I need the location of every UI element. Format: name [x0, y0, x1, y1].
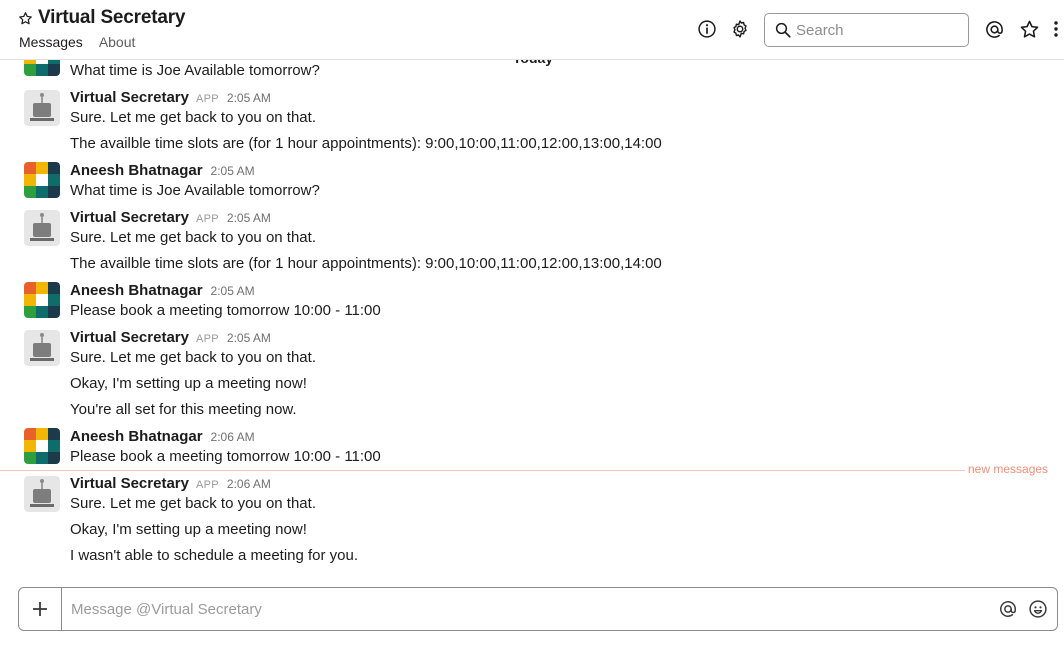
message-text: What time is Joe Available tomorrow? [70, 182, 320, 199]
message-meta: Aneesh Bhatnagar 2:05 AM [70, 282, 255, 299]
emoji-icon[interactable] [1027, 598, 1049, 620]
channel-header: Virtual Secretary Messages About [0, 0, 1064, 60]
date-divider: Today [502, 60, 564, 70]
app-badge: APP [195, 333, 219, 345]
message-text: Sure. Let me get back to you on that. [70, 229, 316, 246]
message-meta: Aneesh Bhatnagar 2:06 AM [70, 428, 255, 445]
app-badge: APP [195, 479, 219, 491]
message-text: Please book a meeting tomorrow 10:00 - 1… [70, 448, 381, 465]
user-avatar[interactable] [24, 162, 60, 198]
search-input[interactable] [796, 21, 956, 39]
search-box[interactable] [764, 13, 969, 47]
bot-avatar[interactable] [24, 476, 60, 512]
message-text: The availble time slots are (for 1 hour … [70, 255, 662, 272]
new-messages-label: new messages [968, 462, 1049, 476]
message-text: The availble time slots are (for 1 hour … [70, 135, 662, 152]
message-meta: Virtual Secretary APP 2:05 AM [70, 209, 271, 226]
message-meta: Aneesh Bhatnagar 2:05 AM [70, 162, 255, 179]
bot-avatar[interactable] [24, 90, 60, 126]
bot-avatar[interactable] [24, 210, 60, 246]
user-avatar[interactable] [24, 282, 60, 318]
more-vertical-icon[interactable] [1048, 18, 1064, 40]
timestamp[interactable]: 2:06 AM [211, 430, 255, 444]
timestamp[interactable]: 2:05 AM [227, 211, 271, 225]
timestamp[interactable]: 2:05 AM [227, 91, 271, 105]
message-text: Sure. Let me get back to you on that. [70, 495, 316, 512]
message-list[interactable]: Today What time is Joe Available tomorro… [0, 60, 1064, 582]
plus-icon [32, 601, 48, 617]
timestamp[interactable]: 2:05 AM [227, 331, 271, 345]
tab-about[interactable]: About [99, 34, 136, 50]
sender-name[interactable]: Virtual Secretary [70, 209, 189, 226]
channel-title: Virtual Secretary [38, 7, 186, 28]
message-text: Sure. Let me get back to you on that. [70, 109, 316, 126]
tab-messages[interactable]: Messages [19, 34, 83, 50]
message-input[interactable] [62, 588, 997, 630]
message-text: What time is Joe Available tomorrow? [70, 62, 320, 79]
message-text: Okay, I'm setting up a meeting now! [70, 521, 307, 538]
message-meta: Virtual Secretary APP 2:05 AM [70, 329, 271, 346]
message-text: Sure. Let me get back to you on that. [70, 349, 316, 366]
gear-icon[interactable] [729, 18, 751, 40]
sender-name[interactable]: Aneesh Bhatnagar [70, 428, 203, 445]
bot-avatar[interactable] [24, 330, 60, 366]
timestamp[interactable]: 2:06 AM [227, 477, 271, 491]
sender-name[interactable]: Virtual Secretary [70, 329, 189, 346]
message-composer[interactable] [18, 587, 1058, 631]
star-outline-icon[interactable] [1018, 18, 1040, 40]
new-messages-divider [0, 470, 965, 471]
star-outline-icon[interactable] [18, 11, 33, 26]
sender-name[interactable]: Aneesh Bhatnagar [70, 282, 203, 299]
header-tabs: Messages About [19, 34, 135, 50]
sender-name[interactable]: Aneesh Bhatnagar [70, 162, 203, 179]
title-row: Virtual Secretary [18, 7, 185, 29]
message-text: Please book a meeting tomorrow 10:00 - 1… [70, 302, 381, 319]
message-meta: Virtual Secretary APP 2:06 AM [70, 475, 271, 492]
app-badge: APP [195, 93, 219, 105]
sender-name[interactable]: Virtual Secretary [70, 89, 189, 106]
timestamp[interactable]: 2:05 AM [211, 284, 255, 298]
message-meta: Virtual Secretary APP 2:05 AM [70, 89, 271, 106]
message-text: You're all set for this meeting now. [70, 401, 297, 418]
sender-name[interactable]: Virtual Secretary [70, 475, 189, 492]
user-avatar[interactable] [24, 60, 60, 76]
timestamp[interactable]: 2:05 AM [211, 164, 255, 178]
at-icon[interactable] [997, 598, 1019, 620]
message-text: I wasn't able to schedule a meeting for … [70, 547, 359, 564]
attach-button[interactable] [19, 588, 62, 630]
info-icon[interactable] [696, 18, 718, 40]
at-icon[interactable] [983, 18, 1005, 40]
search-icon [774, 21, 792, 39]
user-avatar[interactable] [24, 428, 60, 464]
app-badge: APP [195, 213, 219, 225]
message-text: Okay, I'm setting up a meeting now! [70, 375, 307, 392]
